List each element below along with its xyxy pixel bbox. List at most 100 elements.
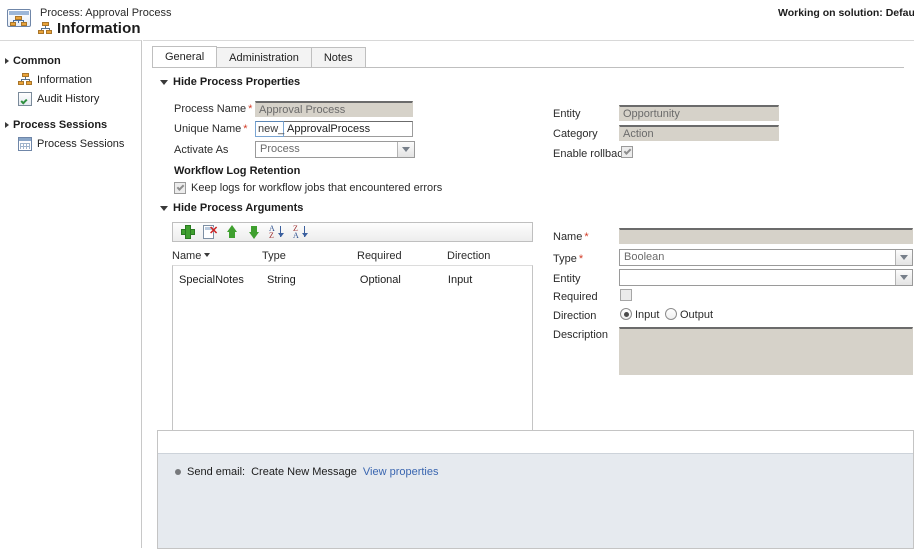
- section-label: Hide Process Arguments: [173, 202, 304, 214]
- view-properties-link[interactable]: View properties: [363, 466, 439, 478]
- step-action-label: Create New Message: [251, 466, 357, 478]
- chevron-down-icon[interactable]: [397, 142, 414, 157]
- sidebar-group-label: Process Sessions: [13, 118, 108, 131]
- sidebar-group-header-process-sessions[interactable]: Process Sessions: [0, 117, 141, 132]
- audit-history-icon: [18, 91, 32, 106]
- label-argument-type: Type *: [553, 253, 584, 265]
- form-content: General Administration Notes Hide Proces…: [143, 40, 914, 549]
- move-up-button[interactable]: [224, 224, 240, 240]
- delete-argument-button[interactable]: ✕: [202, 224, 218, 240]
- required-indicator: *: [248, 103, 253, 115]
- table-row[interactable]: SpecialNotes String Optional Input: [173, 272, 532, 288]
- process-steps-panel: Send email: Create New Message View prop…: [157, 430, 914, 549]
- tab-general[interactable]: General: [152, 46, 218, 67]
- direction-input-label: Input: [635, 309, 660, 321]
- required-indicator: *: [243, 123, 248, 135]
- argument-type-value: Boolean: [624, 251, 665, 263]
- activate-as-value: Process: [260, 143, 300, 155]
- step-type-label: Send email:: [187, 466, 246, 478]
- column-header-type[interactable]: Type: [262, 250, 357, 262]
- sidebar-group-process-sessions: Process Sessions Process Sessions: [0, 117, 141, 153]
- process-sessions-icon: [18, 136, 32, 151]
- sort-az-icon[interactable]: AZ: [268, 224, 286, 240]
- sidebar-item-label: Information: [37, 73, 93, 86]
- move-down-button[interactable]: [246, 224, 262, 240]
- label-process-name: Process Name *: [174, 103, 253, 115]
- arguments-grid-header: Name Type Required Direction: [172, 248, 533, 264]
- arguments-toolbar: ✕ AZ ZA: [172, 222, 533, 242]
- required-indicator: *: [578, 253, 584, 265]
- direction-output-radio[interactable]: [665, 308, 677, 320]
- argument-required-checkbox[interactable]: [620, 289, 632, 301]
- label-entity: Entity: [553, 108, 581, 120]
- sidebar-group-label: Common: [13, 54, 61, 67]
- process-name-input[interactable]: Approval Process: [255, 101, 413, 117]
- step-bullet-icon: [175, 469, 181, 475]
- collapse-caret-icon: [160, 205, 168, 211]
- label-argument-description: Description: [553, 329, 609, 341]
- unique-name-prefix: new_: [255, 121, 284, 137]
- cell-required: Optional: [359, 274, 401, 286]
- sidebar-item-label: Audit History: [37, 92, 100, 105]
- column-header-direction[interactable]: Direction: [447, 250, 533, 262]
- sidebar-item-audit-history[interactable]: Audit History: [0, 89, 141, 108]
- label-argument-required: Required: [553, 291, 598, 303]
- sort-indicator-icon: [204, 253, 211, 257]
- column-header-required[interactable]: Required: [357, 250, 447, 262]
- expand-caret-icon: [5, 121, 9, 128]
- sort-za-icon[interactable]: ZA: [292, 224, 310, 240]
- workflow-log-retention-title: Workflow Log Retention: [174, 165, 301, 177]
- required-indicator: *: [584, 231, 589, 243]
- record-type-label: Process: Approval Process: [40, 7, 172, 19]
- label-argument-direction: Direction: [553, 310, 597, 322]
- label-argument-name: Name *: [553, 231, 589, 243]
- section-header-process-properties[interactable]: Hide Process Properties: [160, 76, 300, 88]
- section-label: Hide Process Properties: [173, 76, 301, 88]
- form-tabs: General Administration Notes: [152, 46, 904, 68]
- argument-name-input[interactable]: [619, 228, 913, 244]
- label-enable-rollback: Enable rollback: [553, 148, 629, 160]
- column-header-name[interactable]: Name: [172, 250, 262, 262]
- process-icon: [38, 22, 52, 35]
- direction-input-radio[interactable]: [620, 308, 632, 320]
- sidebar-navigation: Common Information Audit History Process…: [0, 40, 142, 548]
- sidebar-item-process-sessions[interactable]: Process Sessions: [0, 134, 141, 153]
- chevron-down-icon[interactable]: [895, 270, 912, 285]
- chevron-down-icon[interactable]: [895, 250, 912, 265]
- add-argument-button[interactable]: [180, 224, 196, 240]
- sidebar-group-common: Common Information Audit History: [0, 53, 141, 108]
- tab-notes[interactable]: Notes: [310, 47, 366, 67]
- label-activate-as: Activate As: [174, 144, 229, 156]
- label-unique-name: Unique Name *: [174, 123, 248, 135]
- form-header: Process: Approval Process Information Wo…: [0, 0, 914, 40]
- collapse-caret-icon: [160, 79, 168, 85]
- cell-type: String: [267, 274, 296, 286]
- crm-process-form: Process: Approval Process Information Wo…: [0, 0, 914, 549]
- argument-entity-select[interactable]: [619, 269, 913, 286]
- step-row-send-email[interactable]: Send email: Create New Message View prop…: [175, 466, 439, 478]
- argument-type-select[interactable]: Boolean: [619, 249, 913, 266]
- process-node-icon: [18, 73, 32, 87]
- sidebar-item-information[interactable]: Information: [0, 70, 141, 89]
- expand-caret-icon: [5, 57, 9, 64]
- keep-logs-checkbox[interactable]: [174, 182, 186, 194]
- entity-input[interactable]: Opportunity: [619, 105, 779, 121]
- label-category: Category: [553, 128, 598, 140]
- keep-logs-label: Keep logs for workflow jobs that encount…: [191, 182, 443, 194]
- sidebar-item-label: Process Sessions: [37, 137, 125, 150]
- section-header-process-arguments[interactable]: Hide Process Arguments: [160, 202, 303, 214]
- solution-status: Working on solution: Default Sol: [778, 7, 914, 19]
- enable-rollback-checkbox[interactable]: [621, 146, 633, 158]
- direction-output-label: Output: [680, 309, 714, 321]
- process-record-icon: [7, 9, 33, 31]
- tab-administration[interactable]: Administration: [216, 47, 312, 67]
- cell-direction: Input: [447, 274, 473, 286]
- label-argument-entity: Entity: [553, 273, 581, 285]
- category-input[interactable]: Action: [619, 125, 779, 141]
- page-title-row: Information: [38, 20, 141, 37]
- page-title: Information: [57, 20, 141, 37]
- argument-description-textarea[interactable]: [619, 327, 913, 375]
- sidebar-group-header-common[interactable]: Common: [0, 53, 141, 68]
- activate-as-select[interactable]: Process: [255, 141, 415, 158]
- steps-list: Send email: Create New Message View prop…: [158, 453, 913, 548]
